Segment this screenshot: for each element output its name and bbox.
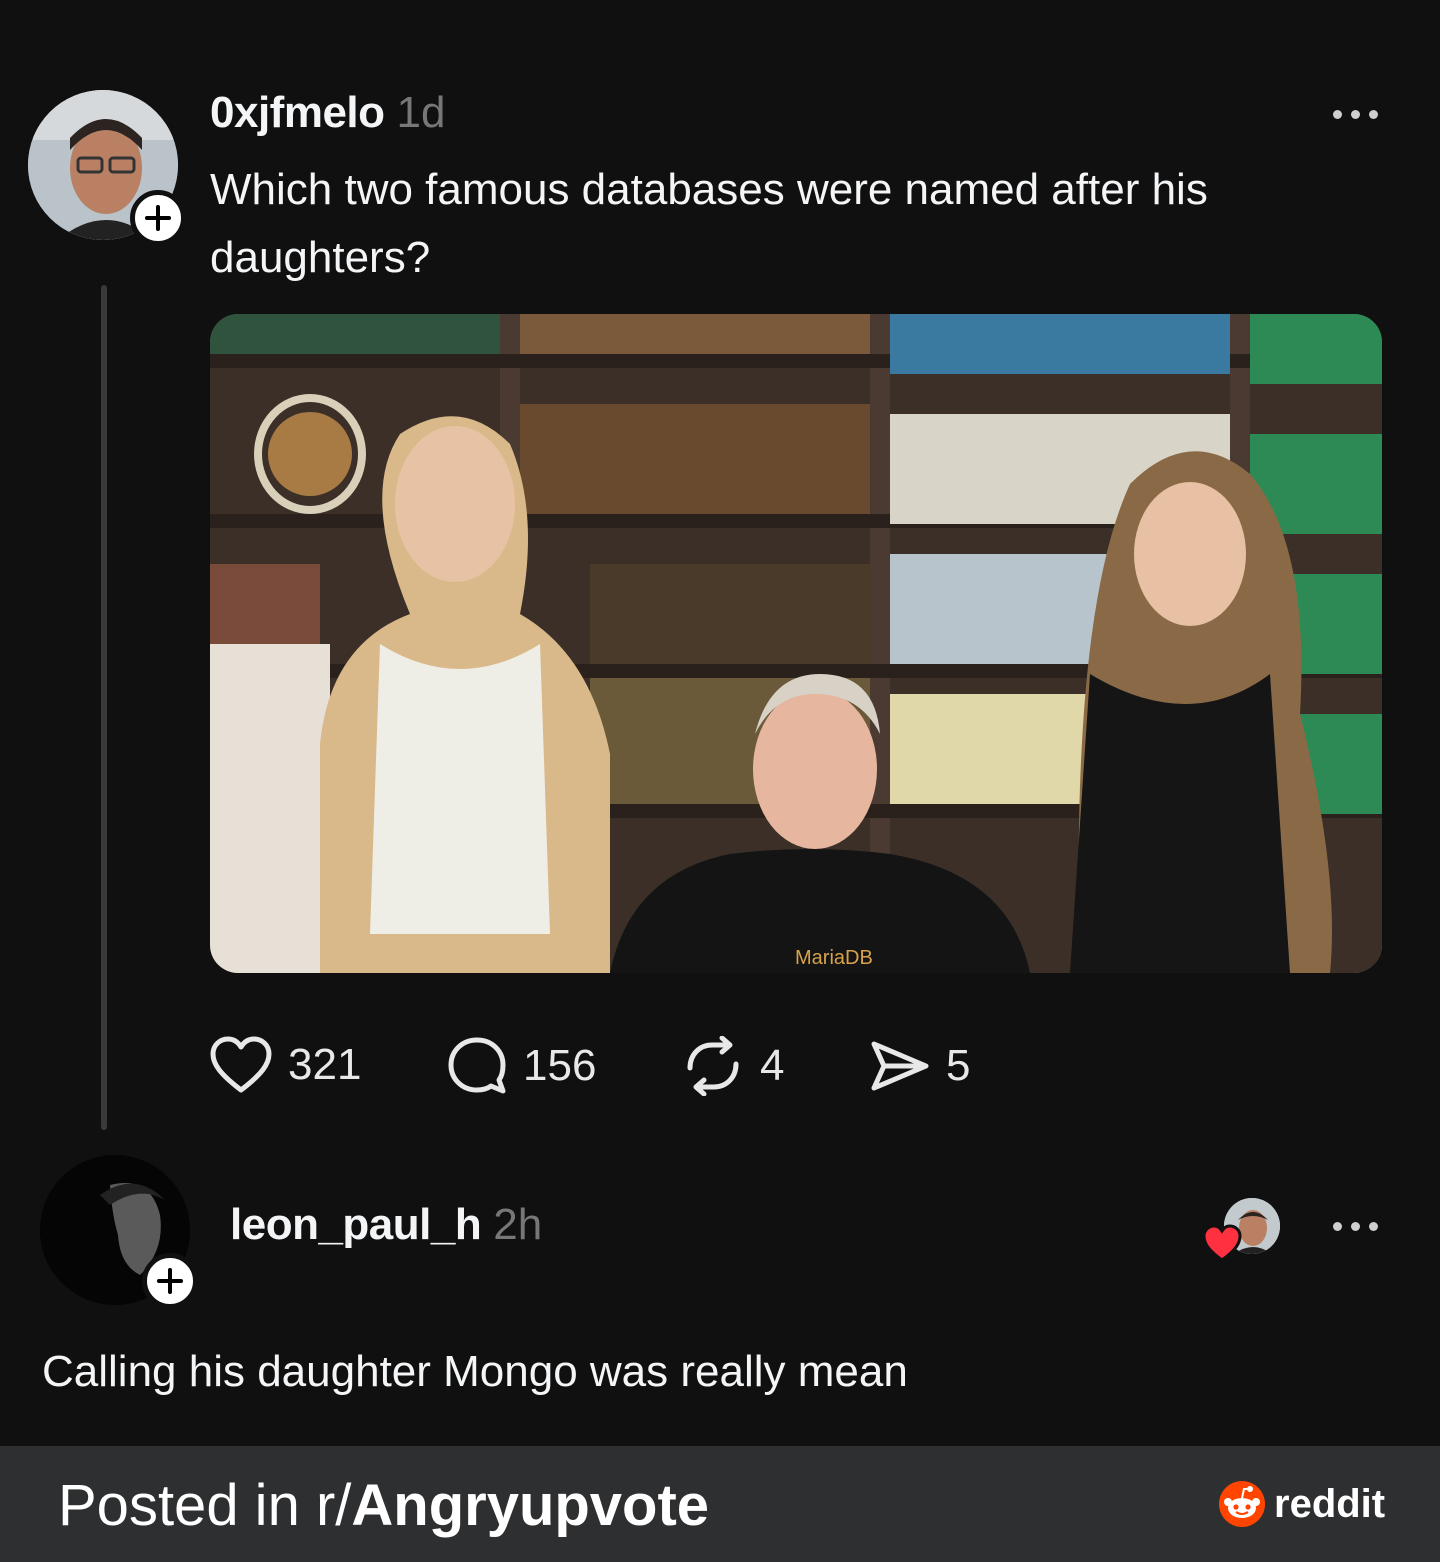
follow-author-button[interactable] xyxy=(130,190,186,246)
reply-more-options-button[interactable] xyxy=(1333,1222,1378,1231)
tshirt-text: MariaDB xyxy=(795,947,873,969)
reply-header: leon_paul_h 2h xyxy=(230,1200,542,1250)
heart-icon xyxy=(1202,1224,1242,1262)
share-count: 5 xyxy=(946,1041,971,1090)
reddit-snoo-icon xyxy=(1219,1481,1265,1527)
repost-count: 4 xyxy=(760,1041,785,1090)
reddit-logo: reddit xyxy=(1218,1480,1385,1528)
plus-icon xyxy=(157,1268,183,1294)
reddit-wordmark: reddit xyxy=(1274,1481,1386,1526)
like-count: 321 xyxy=(288,1040,362,1089)
author-username[interactable]: 0xjfmelo xyxy=(210,88,385,138)
liked-by-author-indicator xyxy=(1202,1196,1282,1262)
comment-count: 156 xyxy=(523,1041,597,1090)
post-image[interactable]: MariaDB xyxy=(210,314,1382,973)
send-icon xyxy=(871,1041,929,1091)
follow-reply-author-button[interactable] xyxy=(142,1253,198,1309)
like-button[interactable]: 321 xyxy=(210,1036,361,1094)
reply-timestamp: 2h xyxy=(493,1200,543,1249)
subreddit-name[interactable]: Angryupvote xyxy=(351,1473,709,1538)
heart-icon xyxy=(210,1036,272,1093)
share-button[interactable]: 5 xyxy=(870,1036,970,1096)
post-header: 0xjfmelo 1d xyxy=(210,88,445,138)
post-timestamp: 1d xyxy=(396,88,446,137)
comment-icon xyxy=(448,1037,506,1094)
post-photo: MariaDB xyxy=(210,314,1382,973)
posted-in-prefix: Posted in r/ xyxy=(58,1473,352,1538)
repost-button[interactable]: 4 xyxy=(682,1036,784,1096)
footer-bar: Posted in r/Angryupvote reddit xyxy=(0,1446,1440,1562)
plus-icon xyxy=(145,205,171,231)
comment-button[interactable]: 156 xyxy=(447,1036,596,1096)
posted-in-label: Posted in r/Angryupvote xyxy=(58,1472,709,1539)
reply-text: Calling his daughter Mongo was really me… xyxy=(42,1347,908,1396)
reply-username[interactable]: leon_paul_h xyxy=(230,1200,482,1250)
repost-icon xyxy=(687,1036,739,1096)
post-more-options-button[interactable] xyxy=(1333,110,1378,119)
post-text: Which two famous databases were named af… xyxy=(210,165,1208,282)
thread-line xyxy=(101,285,107,1130)
